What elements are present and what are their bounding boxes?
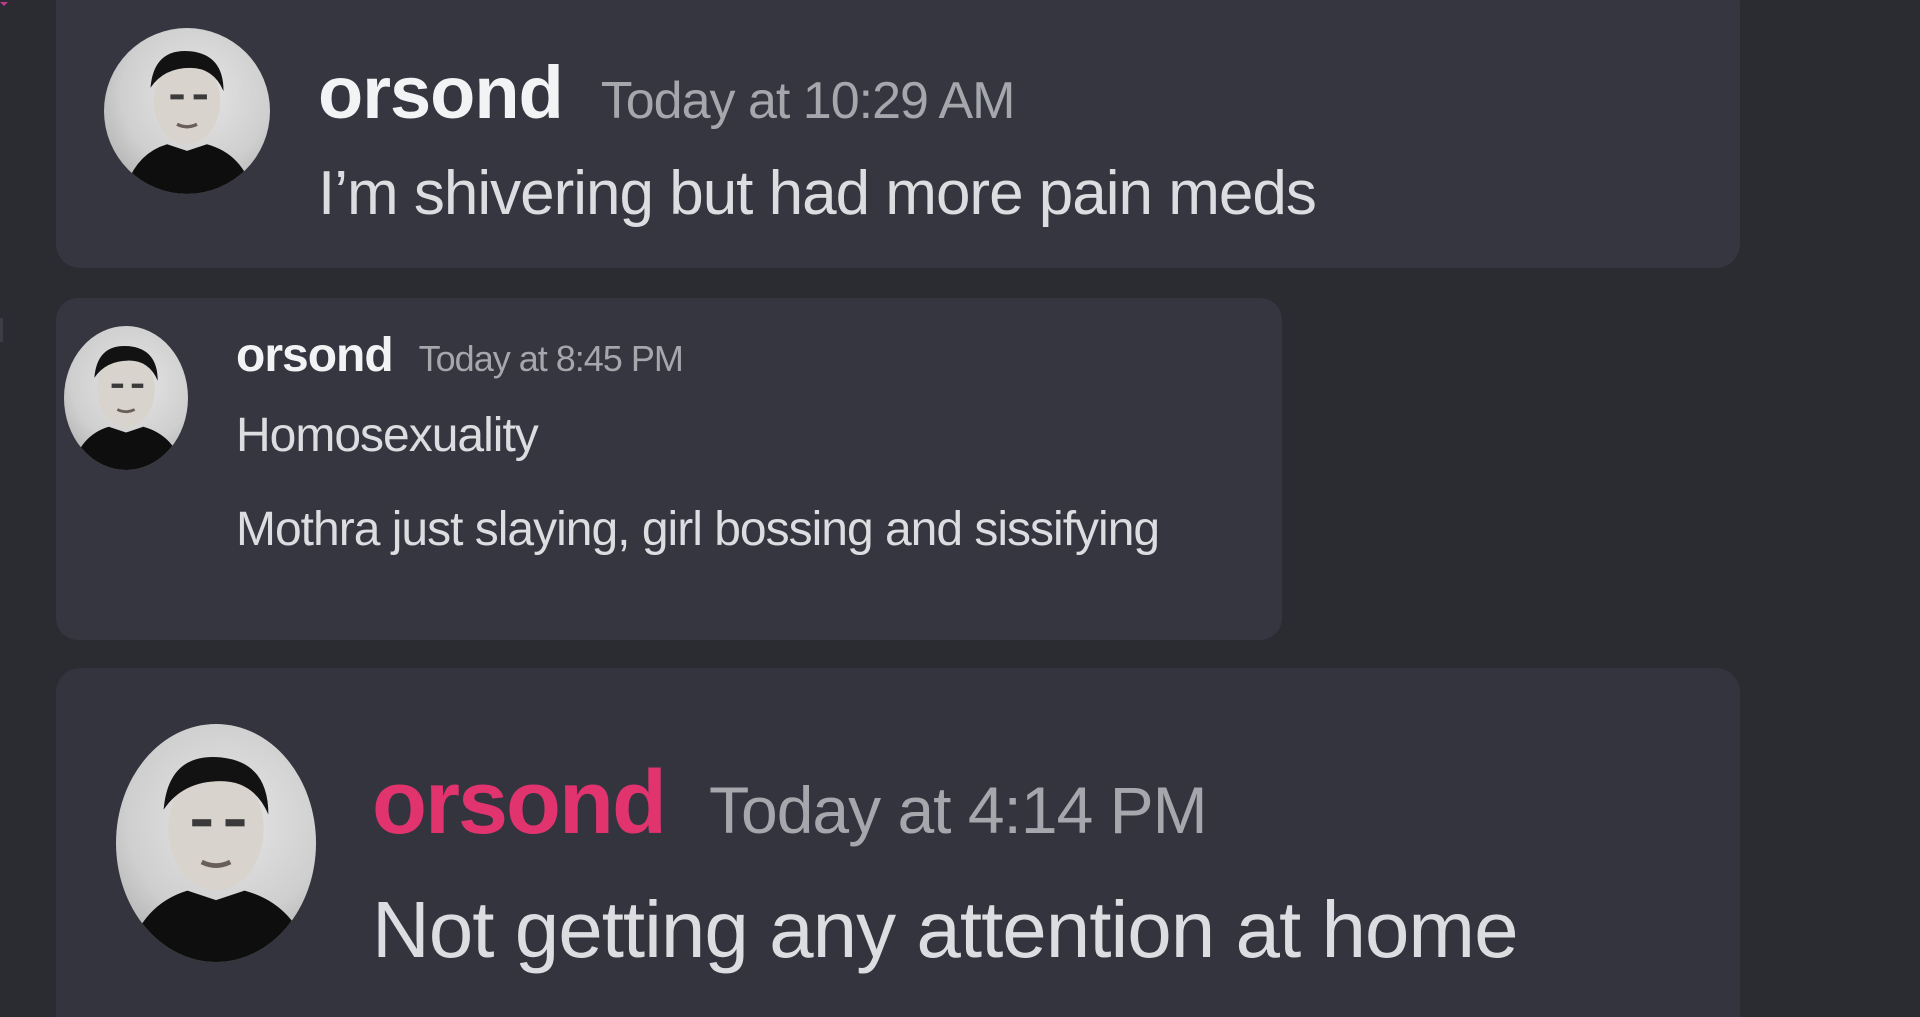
timestamp: Today at 8:45 PM	[418, 338, 684, 379]
message-header: orsond Today at 4:14 PM	[372, 752, 1208, 855]
message-header: orsond Today at 10:29 AM	[318, 50, 1015, 135]
timestamp: Today at 4:14 PM	[708, 773, 1208, 847]
username[interactable]: orsond	[372, 752, 667, 855]
username[interactable]: orsond	[318, 50, 564, 135]
avatar[interactable]	[64, 326, 188, 470]
avatar[interactable]	[116, 724, 316, 962]
message-text: Homosexuality	[236, 409, 539, 462]
message-header: orsond Today at 8:45 PM	[236, 328, 684, 383]
message-text: I’m shivering but had more pain meds	[318, 159, 1317, 228]
chat-screenshot: orsond Today at 10:29 AM I’m shivering b…	[0, 0, 1920, 1017]
user-avatar-portrait-icon	[123, 50, 254, 194]
avatar[interactable]	[104, 28, 270, 194]
heart-icon	[0, 0, 8, 14]
timestamp: Today at 10:29 AM	[600, 72, 1016, 130]
message-text: Not getting any attention at home	[372, 885, 1519, 974]
user-avatar-portrait-icon	[125, 756, 312, 962]
username[interactable]: orsond	[236, 328, 394, 383]
user-avatar-portrait-icon	[71, 345, 184, 470]
divider-tick	[0, 318, 3, 342]
message-text: Mothra just slaying, girl bossing and si…	[236, 503, 1160, 556]
